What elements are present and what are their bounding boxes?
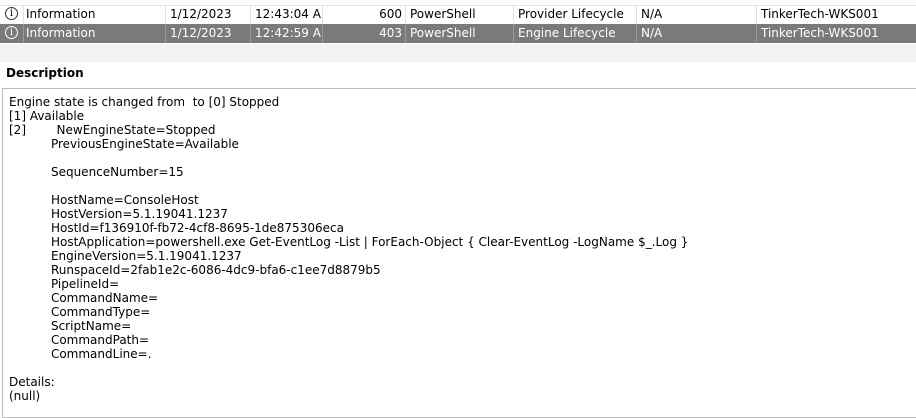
- category-cell: Engine Lifecycle: [514, 24, 637, 43]
- date-cell: 1/12/2023: [166, 5, 251, 24]
- description-panel[interactable]: Engine state is changed from to [0] Stop…: [2, 88, 916, 418]
- splitter[interactable]: [0, 44, 916, 62]
- event-row-1[interactable]: i Information 1/12/2023 12:42:59 AM 403 …: [0, 24, 916, 43]
- date-cell: 1/12/2023: [166, 24, 251, 43]
- level-cell: Information: [24, 5, 166, 24]
- info-icon: i: [0, 5, 24, 24]
- source-cell: PowerShell: [406, 24, 514, 43]
- description-text[interactable]: Engine state is changed from to [0] Stop…: [9, 95, 688, 403]
- user-cell: N/A: [637, 5, 757, 24]
- info-icon: i: [0, 24, 24, 43]
- event-id-cell: 403: [323, 24, 406, 43]
- time-cell: 12:43:04 AM: [251, 5, 323, 24]
- level-cell: Information: [24, 24, 166, 43]
- event-grid: i Information 1/12/2023 12:43:04 AM 600 …: [0, 0, 916, 45]
- category-cell: Provider Lifecycle: [514, 5, 637, 24]
- source-cell: PowerShell: [406, 5, 514, 24]
- user-cell: N/A: [637, 24, 757, 43]
- time-cell: 12:42:59 AM: [251, 24, 323, 43]
- event-id-cell: 600: [323, 5, 406, 24]
- computer-cell: TinkerTech-WKS001: [761, 26, 879, 40]
- computer-cell: TinkerTech-WKS001: [761, 7, 879, 21]
- description-header: Description: [6, 66, 84, 80]
- event-row-0[interactable]: i Information 1/12/2023 12:43:04 AM 600 …: [0, 5, 916, 24]
